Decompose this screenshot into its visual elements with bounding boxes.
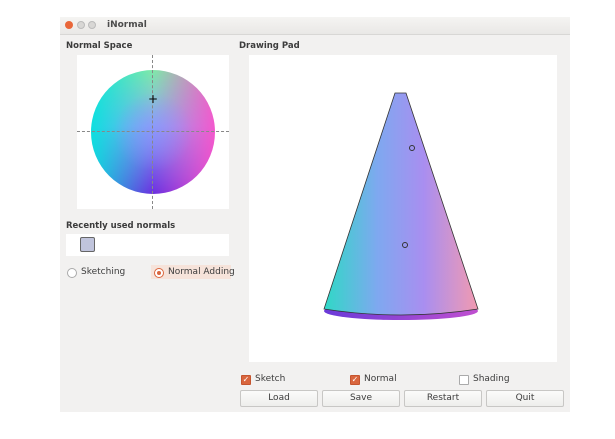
load-button[interactable]: Load <box>240 390 318 407</box>
close-button[interactable] <box>65 21 73 29</box>
minimize-button[interactable] <box>77 21 85 29</box>
cone-body <box>323 92 479 316</box>
normal-label[interactable]: Normal <box>364 374 397 384</box>
normal-checkbox[interactable]: ✓ <box>350 375 360 385</box>
maximize-button[interactable] <box>88 21 96 29</box>
normal-space-picker[interactable]: + <box>77 55 229 209</box>
normal-adding-radio[interactable] <box>154 268 164 278</box>
quit-button[interactable]: Quit <box>486 390 564 407</box>
drawing-pad-canvas[interactable] <box>249 55 557 362</box>
drawing-pad-label: Drawing Pad <box>239 41 300 51</box>
horizontal-crosshair <box>77 131 229 132</box>
normal-cursor-icon: + <box>148 92 159 106</box>
recent-normals-label: Recently used normals <box>66 221 176 231</box>
sketch-checkbox[interactable]: ✓ <box>241 375 251 385</box>
title-bar: iNormal <box>60 17 570 35</box>
sketch-label[interactable]: Sketch <box>255 374 285 384</box>
recent-normal-swatch[interactable] <box>80 237 95 252</box>
window-title: iNormal <box>107 20 147 30</box>
shading-label[interactable]: Shading <box>473 374 510 384</box>
normal-adding-label[interactable]: Normal Adding <box>168 267 235 277</box>
cone-drawing <box>323 92 479 320</box>
sketching-label[interactable]: Sketching <box>81 267 125 277</box>
normal-sphere[interactable] <box>91 70 215 194</box>
shading-checkbox[interactable] <box>459 375 469 385</box>
recent-normals-list <box>66 234 229 256</box>
save-button[interactable]: Save <box>322 390 400 407</box>
sketching-radio[interactable] <box>67 268 77 278</box>
restart-button[interactable]: Restart <box>404 390 482 407</box>
normal-space-label: Normal Space <box>66 41 133 51</box>
vertical-crosshair <box>152 55 153 209</box>
app-window: iNormal Normal Space Drawing Pad + Recen… <box>60 17 570 412</box>
